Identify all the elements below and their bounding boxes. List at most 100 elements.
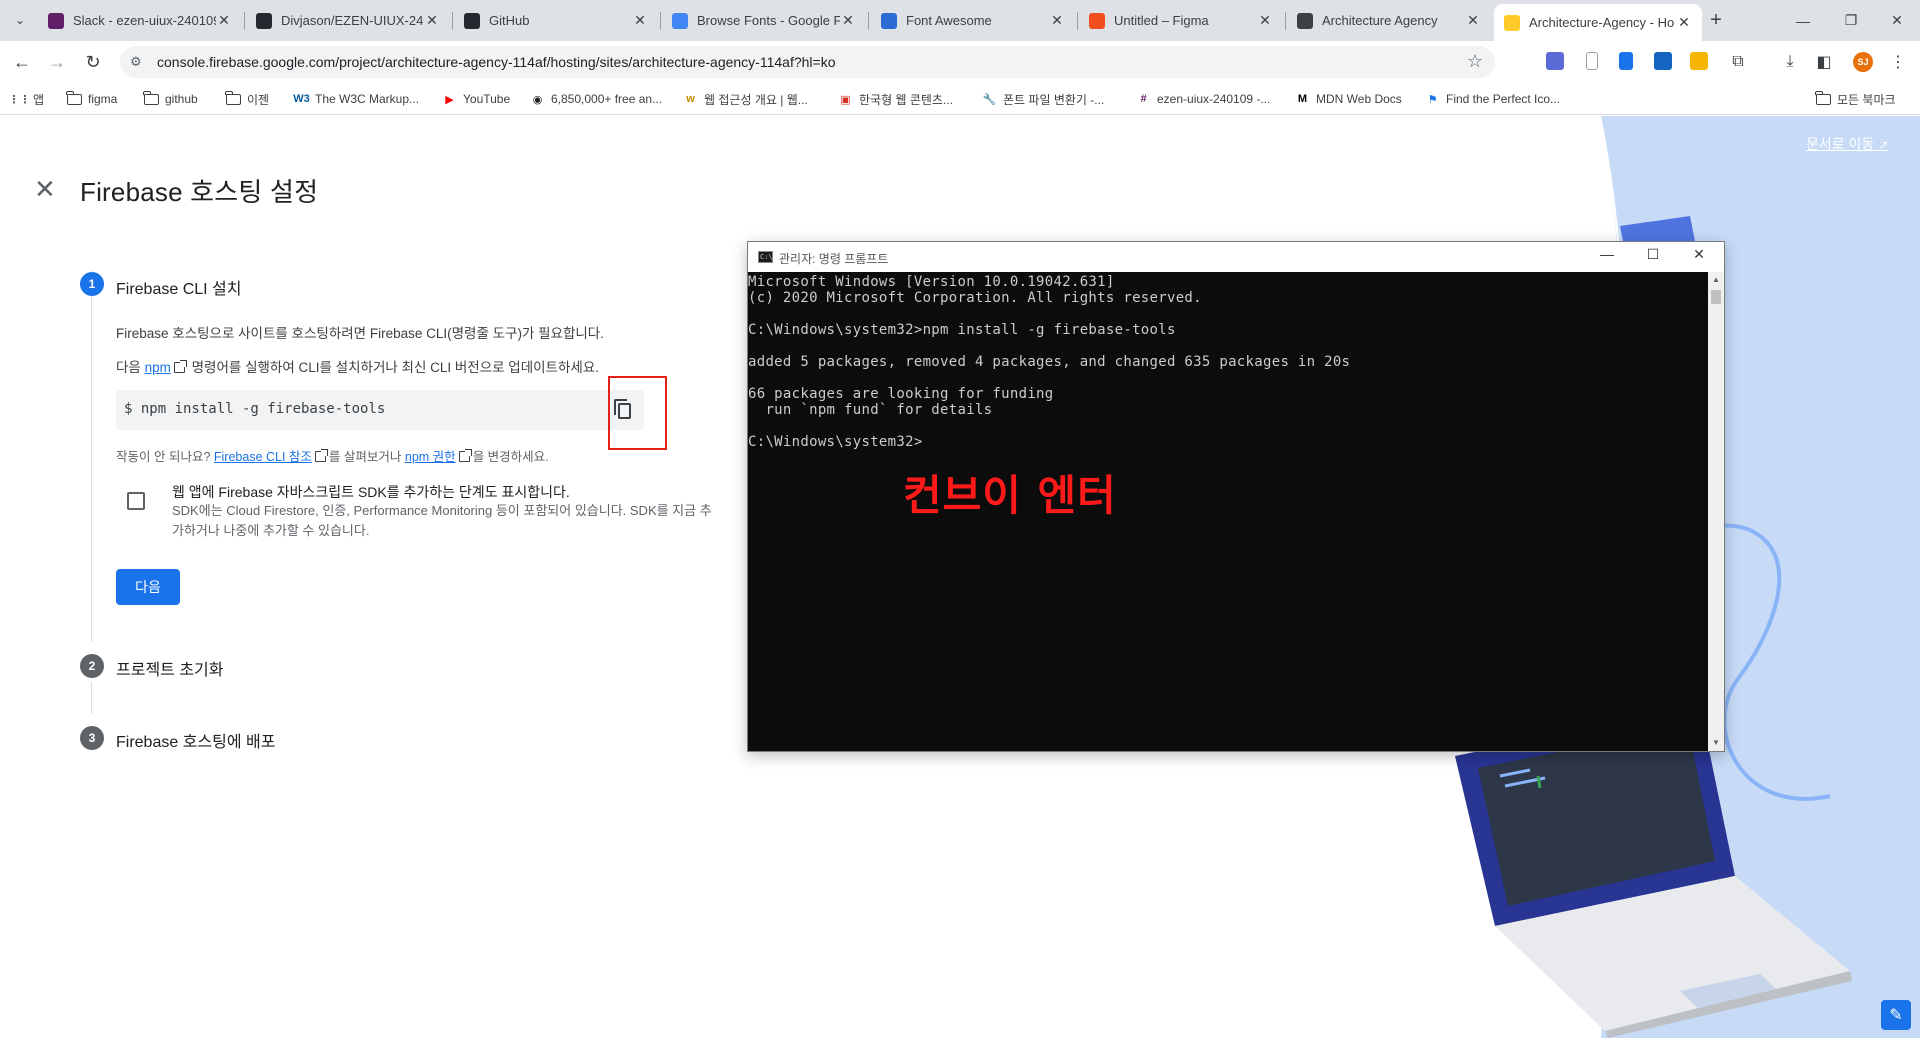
figma-icon (1089, 12, 1105, 29)
cmd-title: 관리자: 명령 프롬프트 (779, 252, 889, 266)
troubleshoot-help: 작동이 안 되나요? Firebase CLI 참조 를 살펴보거나 npm 권한… (116, 446, 549, 465)
minimize-icon[interactable]: — (1780, 0, 1826, 41)
extension-icon[interactable] (1690, 52, 1708, 70)
npm-permissions-link[interactable]: npm 권한 (405, 450, 456, 464)
extension-icon[interactable] (1546, 52, 1564, 70)
browser-tab[interactable]: GitHub ✕ (454, 4, 658, 37)
close-tab-icon[interactable]: ✕ (1676, 14, 1692, 31)
bookmark-item[interactable]: w 웹 접근성 개요 | 웹... (683, 90, 808, 108)
browser-tab[interactable]: Browse Fonts - Google F ✕ (662, 4, 866, 37)
bookmark-item[interactable]: 🔧 폰트 파일 변환기 -... (982, 90, 1105, 108)
bookmark-item[interactable]: ⋮⋮ 앱 (9, 90, 45, 108)
bookmark-item[interactable]: M MDN Web Docs (1295, 90, 1402, 108)
folder-icon (1815, 90, 1831, 107)
bookmark-item[interactable]: 이젠 (225, 90, 269, 108)
step-connector-line (91, 682, 92, 714)
install-command-box: $ npm install -g firebase-tools (116, 390, 644, 430)
install-command[interactable]: $ npm install -g firebase-tools (124, 401, 385, 417)
bookmark-label: The W3C Markup... (315, 92, 420, 106)
bookmark-label: github (165, 92, 198, 106)
open-external-icon (458, 449, 472, 462)
scroll-thumb[interactable] (1711, 290, 1721, 304)
close-tab-icon[interactable]: ✕ (1049, 12, 1065, 29)
close-tab-icon[interactable]: ✕ (632, 12, 648, 29)
tab-title: Slack - ezen-uiux-240109 (73, 13, 216, 28)
npm-instruction-prefix: 다음 (116, 360, 141, 375)
show-sdk-steps-checkbox[interactable] (127, 492, 145, 510)
next-button[interactable]: 다음 (116, 569, 180, 605)
close-window-icon[interactable]: ✕ (1874, 0, 1920, 41)
bookmark-item[interactable]: github (143, 90, 198, 108)
feedback-pen-icon[interactable]: ✎ (1881, 1000, 1911, 1030)
bookmark-label: figma (88, 92, 118, 106)
close-tab-icon[interactable]: ✕ (1465, 12, 1481, 29)
tab-title: Divjason/EZEN-UIUX-240 (281, 13, 424, 28)
more-menu-icon[interactable]: ⋮ (1884, 48, 1912, 76)
cmd-app-icon: C:\ (758, 251, 773, 263)
command-prompt-window[interactable]: C:\ 관리자: 명령 프롬프트 — ☐ ✕ Microsoft Windows… (747, 241, 1725, 752)
url-text[interactable]: console.firebase.google.com/project/arch… (157, 54, 835, 70)
firebase-cli-reference-link[interactable]: Firebase CLI 참조 (214, 450, 312, 464)
extension-icon[interactable] (1586, 52, 1598, 70)
bookmark-item[interactable]: ▶ YouTube (442, 90, 510, 108)
extension-icon[interactable] (1654, 52, 1672, 70)
cmd-minimize-icon[interactable]: — (1584, 246, 1630, 268)
new-tab-plus-icon[interactable]: + (1704, 9, 1728, 33)
back-arrow-icon[interactable]: ← (8, 48, 36, 76)
tab-title: Untitled – Figma (1114, 13, 1209, 28)
browser-tab[interactable]: Font Awesome ✕ (871, 4, 1075, 37)
profile-avatar[interactable]: SJ (1853, 52, 1873, 72)
browser-tab[interactable]: Untitled – Figma ✕ (1079, 4, 1283, 37)
cmd-maximize-icon[interactable]: ☐ (1630, 246, 1676, 268)
bookmark-item[interactable]: # ezen-uiux-240109 -... (1136, 90, 1270, 108)
go-to-docs-link[interactable]: 문서로 이동 ↗ (1806, 134, 1888, 154)
close-tab-icon[interactable]: ✕ (424, 12, 440, 29)
close-tab-icon[interactable]: ✕ (840, 12, 856, 29)
mdn-icon: M (1297, 93, 1308, 105)
npm-instruction-suffix: 명령어를 실행하여 CLI를 설치하거나 최신 CLI 버전으로 업데이트하세요… (191, 360, 600, 375)
sdk-option-description: SDK에는 Cloud Firestore, 인증, Performance M… (172, 503, 712, 538)
download-icon[interactable]: ⤓ (1776, 48, 1804, 76)
bookmark-item[interactable]: ▣ 한국형 웹 콘텐츠... (838, 90, 953, 108)
scroll-up-arrow-icon[interactable]: ▲ (1708, 272, 1724, 288)
close-tab-icon[interactable]: ✕ (1257, 12, 1273, 29)
browser-tab[interactable]: Slack - ezen-uiux-240109 ✕ (38, 4, 242, 37)
tab-title: Architecture-Agency - Ho (1529, 15, 1675, 30)
bookmark-label: YouTube (463, 92, 511, 106)
restore-icon[interactable]: ❐ (1828, 0, 1874, 41)
address-bar[interactable]: ⚙ console.firebase.google.com/project/ar… (120, 46, 1495, 78)
close-setup-icon[interactable]: ✕ (34, 176, 56, 202)
site-settings-icon[interactable]: ⚙ (130, 54, 146, 70)
bookmark-item[interactable]: ◉ 6,850,000+ free an... (530, 90, 662, 108)
browser-tab[interactable]: Divjason/EZEN-UIUX-240 ✕ (246, 4, 450, 37)
extension-icon[interactable] (1619, 52, 1633, 70)
cmd-title-bar[interactable]: C:\ 관리자: 명령 프롬프트 — ☐ ✕ (748, 242, 1724, 272)
flag-icon (881, 12, 897, 29)
tab-search-chevron-icon[interactable]: ⌄ (9, 9, 31, 31)
bookmark-item[interactable]: W3 The W3C Markup... (293, 90, 420, 108)
tab-separator (660, 12, 661, 30)
github-icon (256, 12, 272, 29)
close-tab-icon[interactable]: ✕ (216, 12, 232, 29)
cmd-scrollbar[interactable]: ▲ ▼ (1708, 272, 1724, 751)
extensions-puzzle-icon[interactable]: ⧉ (1724, 48, 1752, 76)
cmd-close-icon[interactable]: ✕ (1676, 246, 1722, 268)
bookmark-label: MDN Web Docs (1316, 92, 1402, 106)
github-icon (464, 12, 480, 29)
browser-tab[interactable]: Architecture-Agency - Ho ✕ (1494, 4, 1702, 41)
npm-link[interactable]: npm (145, 360, 171, 375)
bookmark-star-icon[interactable]: ☆ (1467, 51, 1483, 72)
help-prefix: 작동이 안 되나요? (116, 450, 211, 464)
tab-title: Architecture Agency (1322, 13, 1438, 28)
scroll-down-arrow-icon[interactable]: ▼ (1708, 735, 1724, 751)
reload-icon[interactable]: ↻ (79, 48, 107, 76)
codepen-icon (1297, 12, 1313, 29)
side-panel-icon[interactable]: ◧ (1810, 48, 1838, 76)
cmd-console[interactable]: Microsoft Windows [Version 10.0.19042.63… (748, 272, 1708, 751)
tab-separator (452, 12, 453, 30)
forward-arrow-icon[interactable]: → (43, 48, 71, 76)
bookmark-item[interactable]: ⚑ Find the Perfect Ico... (1425, 90, 1561, 108)
all-bookmarks-button[interactable]: 모든 북마크 (1815, 90, 1896, 108)
browser-tab[interactable]: Architecture Agency ✕ (1287, 4, 1491, 37)
bookmark-item[interactable]: figma (66, 90, 118, 108)
